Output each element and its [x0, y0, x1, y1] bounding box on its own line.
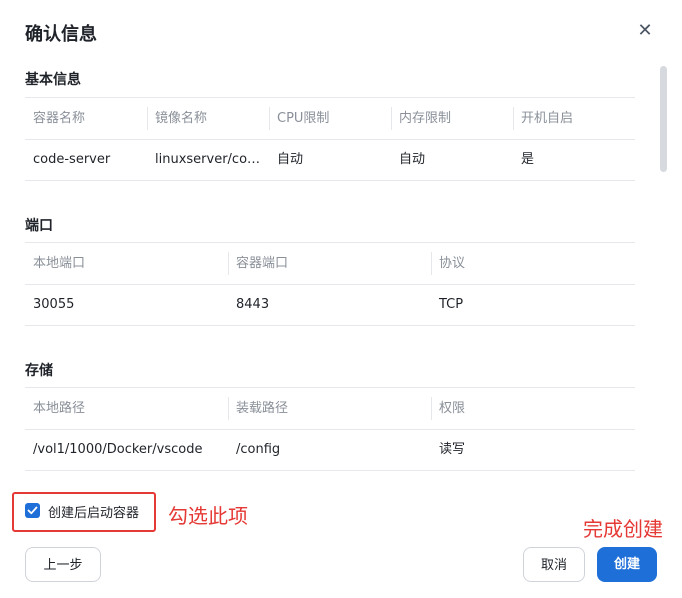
table-cell: 30055	[33, 297, 75, 312]
table-cell: 自动	[277, 152, 304, 167]
section-title-storage: 存储	[25, 363, 53, 379]
close-icon[interactable]: ✕	[632, 20, 658, 42]
column-header: 容器端口	[236, 256, 289, 271]
table-row: 30055 8443 TCP	[25, 284, 635, 326]
scrollbar-thumb[interactable]	[660, 66, 667, 172]
table-cell: code-server	[33, 152, 111, 167]
table-header-row: 本地端口 容器端口 协议	[25, 242, 635, 285]
table-cell: 读写	[439, 442, 466, 457]
annotation-finish-hint: 完成创建	[583, 517, 663, 541]
create-button[interactable]: 创建	[597, 547, 657, 582]
table-header-row: 容器名称 镜像名称 CPU限制 内存限制 开机自启	[25, 97, 635, 140]
section-title-basic: 基本信息	[25, 72, 81, 88]
annotation-check-hint: 勾选此项	[168, 504, 248, 528]
column-header: 本地端口	[33, 256, 86, 271]
table-cell: /config	[236, 442, 281, 457]
column-header: 开机自启	[521, 111, 574, 126]
column-header: 容器名称	[33, 111, 86, 126]
column-header: 权限	[439, 401, 466, 416]
column-header: 协议	[439, 256, 466, 271]
section-title-ports: 端口	[25, 218, 53, 234]
column-header: 镜像名称	[155, 111, 208, 126]
cancel-button[interactable]: 取消	[523, 547, 585, 582]
column-header: CPU限制	[277, 111, 330, 126]
column-header: 装载路径	[236, 401, 289, 416]
table-cell: linuxserver/code-server	[155, 152, 265, 167]
column-header: 本地路径	[33, 401, 86, 416]
table-row: /vol1/1000/Docker/vscode /config 读写	[25, 429, 635, 471]
table-cell: 自动	[399, 152, 426, 167]
table-row: code-server linuxserver/code-server 自动 自…	[25, 139, 635, 181]
table-cell: TCP	[439, 297, 464, 312]
start-after-create-checkbox[interactable]	[25, 503, 40, 518]
table-header-row: 本地路径 装载路径 权限	[25, 387, 635, 430]
column-header: 内存限制	[399, 111, 452, 126]
prev-step-button[interactable]: 上一步	[25, 547, 101, 582]
confirm-dialog: 确认信息 ✕ 基本信息 容器名称 镜像名称 CPU限制 内存限制 开机自启 co…	[0, 0, 682, 598]
table-cell: /vol1/1000/Docker/vscode	[33, 442, 203, 457]
dialog-title: 确认信息	[25, 24, 97, 45]
start-after-create-label[interactable]: 创建后启动容器	[48, 502, 139, 521]
table-cell: 8443	[236, 297, 270, 312]
table-cell: 是	[521, 152, 535, 167]
check-icon	[27, 506, 38, 515]
scrollbar[interactable]	[660, 66, 668, 172]
